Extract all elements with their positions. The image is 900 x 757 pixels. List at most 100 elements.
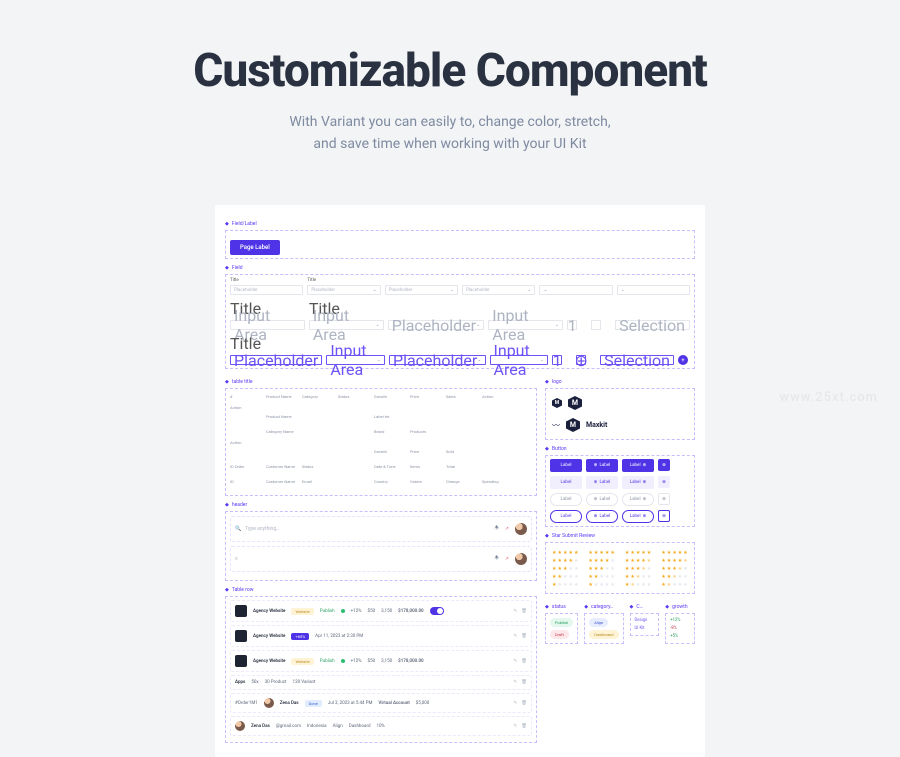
button-ghost[interactable]: Label bbox=[550, 476, 582, 489]
table-row[interactable]: #Order1M1Zena DasDoneJul 3, 2023 at 5:44… bbox=[230, 693, 532, 713]
button-solid[interactable]: Label bbox=[586, 459, 618, 472]
section-tag-status: status bbox=[545, 604, 578, 610]
star-row[interactable]: ★★★★★ bbox=[588, 582, 614, 588]
search-input[interactable]: Type anything… bbox=[235, 526, 279, 532]
delete-icon[interactable]: 🗑 bbox=[521, 680, 527, 685]
button-soft[interactable] bbox=[658, 493, 670, 505]
page-label-tab[interactable]: Page Label bbox=[230, 240, 280, 255]
select-input[interactable] bbox=[617, 285, 690, 295]
button-ghost[interactable]: Label bbox=[586, 476, 618, 489]
icon-input[interactable] bbox=[591, 320, 601, 330]
delete-icon[interactable]: 🗑 bbox=[521, 701, 527, 706]
row-avatar bbox=[264, 698, 274, 708]
star-row[interactable]: ★★★★★ bbox=[625, 566, 651, 572]
star-row[interactable]: ★★★★★ bbox=[552, 566, 578, 572]
row-toggle[interactable] bbox=[430, 607, 444, 615]
select-input-focused[interactable]: Placeholder bbox=[389, 355, 486, 365]
plus-icon bbox=[594, 463, 598, 468]
row-growth: +12% bbox=[351, 659, 362, 664]
text-input-focused[interactable]: Placeholder bbox=[230, 355, 322, 365]
star-row[interactable]: ★★★★★ bbox=[661, 574, 687, 580]
select-input[interactable]: Input Area bbox=[309, 320, 384, 330]
delete-icon[interactable]: 🗑 bbox=[521, 609, 527, 614]
star-row[interactable]: ★★★★★ bbox=[552, 582, 578, 588]
section-tag-table-row: Table row bbox=[225, 587, 537, 593]
button-ghost[interactable]: Label bbox=[622, 476, 654, 489]
select-input[interactable]: Placeholder bbox=[462, 285, 535, 295]
text-input[interactable]: Input Area bbox=[230, 320, 305, 330]
select-input[interactable] bbox=[539, 285, 612, 295]
table-row[interactable]: Agency WebsiteWebsitePublish+12%$503,150… bbox=[230, 600, 532, 622]
avatar[interactable] bbox=[515, 523, 527, 535]
star-row[interactable]: ★★★★★ bbox=[588, 574, 614, 580]
button-soft[interactable]: Label bbox=[622, 493, 654, 506]
star-row[interactable]: ★★★★★ bbox=[625, 558, 651, 564]
star-row[interactable]: ★★★★★ bbox=[661, 582, 687, 588]
icon-input-focused[interactable]: ⊕ bbox=[576, 355, 586, 365]
add-icon[interactable]: + bbox=[678, 355, 688, 365]
select-input-focused[interactable]: Input Area bbox=[490, 355, 549, 365]
delete-icon[interactable]: 🗑 bbox=[521, 659, 527, 664]
button-soft[interactable]: Label bbox=[586, 493, 618, 506]
edit-icon[interactable]: ✎ bbox=[514, 701, 518, 706]
button-outline[interactable] bbox=[658, 510, 670, 522]
bell-icon[interactable]: 🕭 bbox=[494, 555, 498, 563]
table-row[interactable]: Agency Website+65%Apr 11, 2023 at 2:30 P… bbox=[230, 625, 532, 647]
table-row[interactable]: Zena Das@gmail.comIndonesiaAlignDashboar… bbox=[230, 716, 532, 736]
button-solid[interactable]: Label bbox=[622, 459, 654, 472]
button-soft[interactable]: Label bbox=[550, 493, 582, 506]
button-outline[interactable]: Label bbox=[586, 510, 618, 523]
star-row[interactable]: ★★★★★ bbox=[625, 574, 651, 580]
table-row[interactable]: Apps50x30 Product120 Variant✎🗑 bbox=[230, 675, 532, 690]
edit-icon[interactable]: ✎ bbox=[514, 634, 518, 639]
edit-icon[interactable]: ✎ bbox=[514, 724, 518, 729]
selection-input-focused[interactable]: Selection bbox=[600, 355, 674, 365]
delete-icon[interactable]: 🗑 bbox=[521, 634, 527, 639]
table-header-cell bbox=[302, 449, 332, 454]
button-solidsq[interactable] bbox=[658, 459, 670, 471]
select-input-focused[interactable]: Input Area bbox=[326, 355, 385, 365]
star-column: ★★★★★ ★★★★★ ★★★★★ ★★★★★ ★★★★★ bbox=[625, 550, 651, 588]
select-input[interactable]: Placeholder bbox=[385, 285, 458, 295]
stepper-input[interactable]: 1 bbox=[567, 320, 577, 330]
button-ghost[interactable] bbox=[658, 476, 670, 488]
menu-icon[interactable]: ≡ bbox=[235, 556, 239, 562]
button-outline[interactable]: Label bbox=[550, 510, 582, 523]
share-icon[interactable]: ↗ bbox=[505, 556, 509, 562]
star-row[interactable]: ★★★★★ bbox=[552, 550, 578, 556]
edit-icon[interactable]: ✎ bbox=[514, 680, 518, 685]
star-row[interactable]: ★★★★★ bbox=[588, 558, 614, 564]
star-row[interactable]: ★★★★★ bbox=[661, 550, 687, 556]
table-header-cell bbox=[230, 414, 260, 419]
select-input[interactable]: Input Area bbox=[488, 320, 563, 330]
star-row[interactable]: ★★★★★ bbox=[661, 566, 687, 572]
table-header-cell bbox=[338, 449, 368, 454]
link-item[interactable]: Design bbox=[635, 618, 655, 623]
select-input[interactable]: Placeholder bbox=[307, 285, 380, 295]
star-icon: ★ bbox=[641, 558, 645, 564]
select-input[interactable]: Placeholder bbox=[388, 320, 485, 330]
text-input[interactable]: Placeholder bbox=[230, 285, 303, 295]
growth-value: +12% bbox=[670, 618, 690, 623]
star-row[interactable]: ★★★★★ bbox=[552, 574, 578, 580]
stepper-input-focused[interactable]: 1 bbox=[552, 355, 562, 365]
star-row[interactable]: ★★★★★ bbox=[588, 566, 614, 572]
edit-icon[interactable]: ✎ bbox=[514, 659, 518, 664]
delete-icon[interactable]: 🗑 bbox=[521, 724, 527, 729]
star-row[interactable]: ★★★★★ bbox=[625, 582, 651, 588]
selection-input[interactable]: Selection bbox=[615, 320, 690, 330]
table-row[interactable]: Agency WebsiteWebsitePublish+12%$503,150… bbox=[230, 650, 532, 672]
link-item[interactable]: UI Kit bbox=[635, 626, 655, 631]
table-header-cell: Email bbox=[302, 479, 332, 484]
bell-icon[interactable]: 🕭 bbox=[494, 525, 498, 533]
button-box: Label LabelLabel Label LabelLabel Label … bbox=[545, 455, 695, 527]
star-row[interactable]: ★★★★★ bbox=[552, 558, 578, 564]
star-row[interactable]: ★★★★★ bbox=[661, 558, 687, 564]
avatar[interactable] bbox=[515, 553, 527, 565]
star-row[interactable]: ★★★★★ bbox=[625, 550, 651, 556]
button-outline[interactable]: Label bbox=[622, 510, 654, 523]
share-icon[interactable]: ↗ bbox=[505, 526, 509, 532]
button-solid[interactable]: Label bbox=[550, 459, 582, 472]
star-row[interactable]: ★★★★★ bbox=[588, 550, 614, 556]
edit-icon[interactable]: ✎ bbox=[514, 609, 518, 614]
